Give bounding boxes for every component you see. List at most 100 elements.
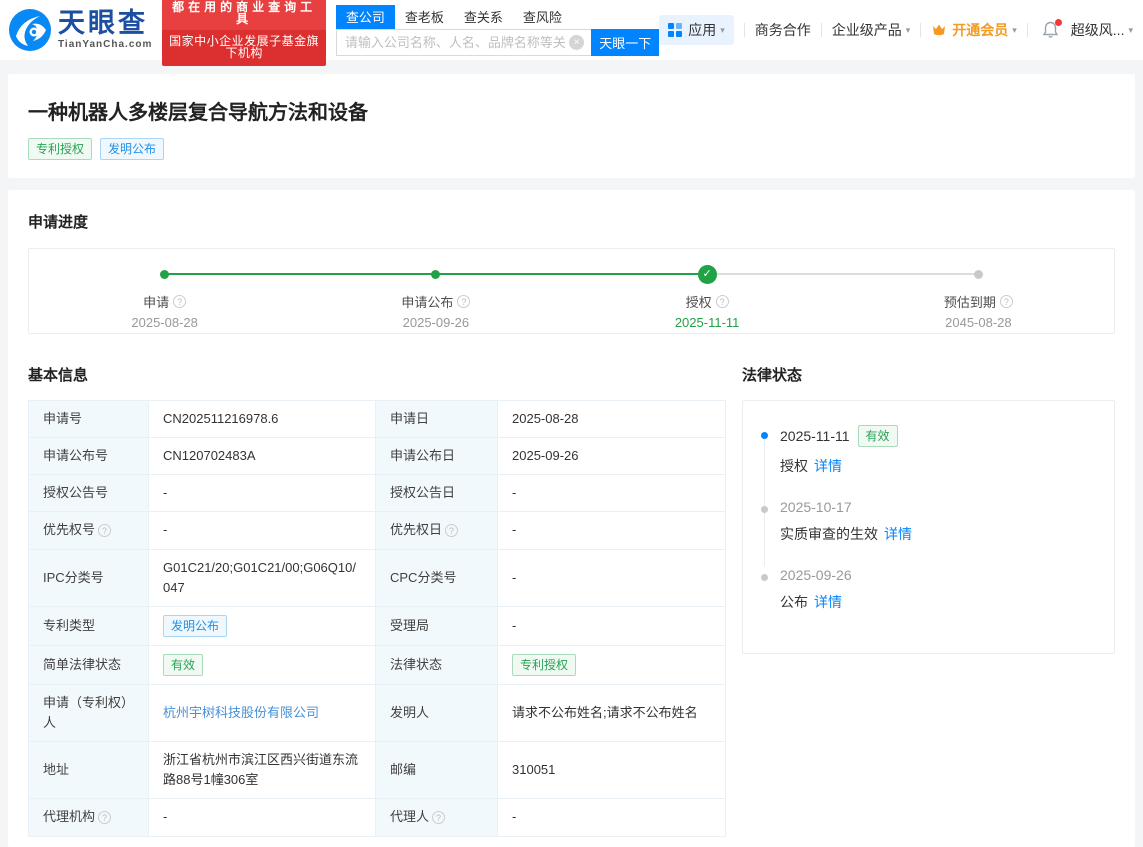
info-value-cell: 2025-09-26 xyxy=(498,438,726,475)
progress-heading: 申请进度 xyxy=(28,211,1115,232)
info-value-cell: - xyxy=(498,549,726,606)
info-label-cell: 申请日 xyxy=(376,401,498,438)
slogan-badge: 都在用的商业查询工具 国家中小企业发展子基金旗下机构 xyxy=(162,0,325,66)
clear-search-icon[interactable]: × xyxy=(569,35,584,50)
nav-enterprise[interactable]: 企业级产品 ▾ xyxy=(832,20,911,40)
legal-status-item: 2025-10-17实质审查的生效详情 xyxy=(761,499,1094,544)
info-label-cell: 地址 xyxy=(29,742,149,799)
info-value-cell: 有效 xyxy=(149,645,376,684)
info-label-cell: 申请公布日 xyxy=(376,438,498,475)
milestone-dot-slot xyxy=(431,265,440,283)
table-row: 优先权号?-优先权日?- xyxy=(29,512,726,549)
patent-title-card: 一种机器人多楼层复合导航方法和设备 专利授权发明公布 xyxy=(8,74,1135,178)
info-label-cell: 申请公布号 xyxy=(29,438,149,475)
chevron-down-icon: ▾ xyxy=(1128,25,1133,36)
basic-info-heading: 基本信息 xyxy=(28,364,725,385)
milestone-申请: 申请 ?2025-08-28 xyxy=(29,265,300,330)
info-label-cell: 优先权日? xyxy=(376,512,498,549)
top-header: 天眼查 TianYanCha.com 都在用的商业查询工具 国家中小企业发展子基… xyxy=(0,0,1143,60)
search-tab-查风险[interactable]: 查风险 xyxy=(513,5,572,29)
milestone-date: 2025-08-28 xyxy=(131,315,198,330)
legal-status-date: 2025-10-17 xyxy=(780,499,912,515)
status-tag: 有效 xyxy=(163,654,203,676)
legal-status-heading: 法律状态 xyxy=(742,364,1115,385)
table-row: IPC分类号G01C21/20;G01C21/00;G06Q10/047CPC分… xyxy=(29,549,726,606)
help-icon: ? xyxy=(716,295,729,308)
legal-status-date: 2025-09-26 xyxy=(780,567,852,583)
chevron-down-icon: ▾ xyxy=(720,25,725,36)
vip-crown-icon xyxy=(931,22,947,38)
status-tag: 专利授权 xyxy=(512,654,576,676)
info-label-cell: 邮编 xyxy=(376,742,498,799)
help-icon: ? xyxy=(1000,295,1013,308)
milestones: 申请 ?2025-08-28申请公布 ?2025-09-26✓授权 ?2025-… xyxy=(29,265,1114,330)
brand-domain: TianYanCha.com xyxy=(58,40,152,50)
milestone-dot-slot xyxy=(974,265,983,283)
milestone-授权: ✓ 授权 ? 2025-11-11 xyxy=(572,265,843,330)
nav-vip[interactable]: 开通会员 ▾ xyxy=(931,20,1017,40)
legal-status-dot xyxy=(761,432,768,439)
detail-link[interactable]: 详情 xyxy=(814,594,842,610)
info-value-cell: 请求不公布姓名;请求不公布姓名 xyxy=(498,684,726,741)
info-label-cell: 申请（专利权）人 xyxy=(29,684,149,741)
info-value-cell: - xyxy=(498,512,726,549)
info-label-cell: 授权公告日 xyxy=(376,475,498,512)
table-row: 地址浙江省杭州市滨江区西兴街道东流路88号1幢306室邮编310051 xyxy=(29,742,726,799)
brand-name: 天眼查 xyxy=(58,10,152,37)
search-input[interactable] xyxy=(336,29,591,56)
info-value-cell: 浙江省杭州市滨江区西兴街道东流路88号1幢306室 xyxy=(149,742,376,799)
legal-status-list: 2025-11-11有效授权详情2025-10-17实质审查的生效详情2025-… xyxy=(761,425,1094,612)
legal-status-body: 2025-09-26公布详情 xyxy=(780,567,852,612)
info-label-cell: 简单法律状态 xyxy=(29,645,149,684)
search-tab-查老板[interactable]: 查老板 xyxy=(395,5,454,29)
legal-status-item: 2025-09-26公布详情 xyxy=(761,567,1094,612)
legal-status-dot xyxy=(761,506,768,513)
nav-business[interactable]: 商务合作 xyxy=(755,20,811,40)
search-tab-查公司[interactable]: 查公司 xyxy=(336,5,395,29)
tianyancha-logo[interactable]: 天眼查 TianYanCha.com xyxy=(8,8,152,52)
info-label-cell: CPC分类号 xyxy=(376,549,498,606)
nav-apps-label: 应用 xyxy=(688,20,716,40)
info-value-cell: 专利授权 xyxy=(498,645,726,684)
nav-business-label: 商务合作 xyxy=(755,20,811,40)
help-icon: ? xyxy=(445,524,458,537)
search-tab-查关系[interactable]: 查关系 xyxy=(454,5,513,29)
info-label-cell: 代理机构? xyxy=(29,799,149,836)
info-value-cell: - xyxy=(149,512,376,549)
info-label-cell: 授权公告号 xyxy=(29,475,149,512)
legal-status-body: 2025-11-11有效授权详情 xyxy=(780,425,898,476)
detail-link[interactable]: 详情 xyxy=(814,458,842,474)
table-row: 代理机构?-代理人?- xyxy=(29,799,726,836)
patent-tag-row: 专利授权发明公布 xyxy=(28,138,1115,160)
divider xyxy=(920,23,921,37)
notifications-bell[interactable] xyxy=(1042,21,1059,39)
divider xyxy=(744,23,745,37)
milestone-date: 2025-09-26 xyxy=(403,315,470,330)
top-nav: 应用 ▾ 商务合作 企业级产品 ▾ 开通会员 ▾ 超 xyxy=(659,15,1133,45)
nav-apps[interactable]: 应用 ▾ xyxy=(659,15,734,45)
nav-super-risk[interactable]: 超级风... ▾ xyxy=(1071,20,1133,40)
info-value-cell: - xyxy=(498,606,726,645)
milestone-date: 2045-08-28 xyxy=(945,315,1012,330)
patent-type-tag[interactable]: 发明公布 xyxy=(163,615,227,637)
search-button[interactable]: 天眼一下 xyxy=(591,29,659,56)
info-label-cell: IPC分类号 xyxy=(29,549,149,606)
milestone-dot xyxy=(160,270,169,279)
milestone-label: 预估到期 ? xyxy=(944,292,1013,311)
help-icon: ? xyxy=(457,295,470,308)
table-row: 专利类型发明公布受理局- xyxy=(29,606,726,645)
milestone-dot-slot: ✓ xyxy=(698,265,717,283)
table-row: 申请号CN202511216978.6申请日2025-08-28 xyxy=(29,401,726,438)
patent-detail-card: 申请进度 申请 ?2025-08-28申请公布 ?2025-09-26✓授权 ?… xyxy=(8,190,1135,847)
milestone-date: 2025-11-11 xyxy=(675,315,740,330)
info-value-cell: 310051 xyxy=(498,742,726,799)
info-value-cell: 发明公布 xyxy=(149,606,376,645)
info-label-cell: 代理人? xyxy=(376,799,498,836)
patent-status-tag: 发明公布 xyxy=(100,138,164,160)
detail-link[interactable]: 详情 xyxy=(884,526,912,542)
info-label-cell: 受理局 xyxy=(376,606,498,645)
notification-dot xyxy=(1055,19,1062,26)
company-link[interactable]: 杭州宇树科技股份有限公司 xyxy=(163,705,319,720)
milestone-label: 授权 ? xyxy=(686,292,729,311)
info-value-cell: G01C21/20;G01C21/00;G06Q10/047 xyxy=(149,549,376,606)
